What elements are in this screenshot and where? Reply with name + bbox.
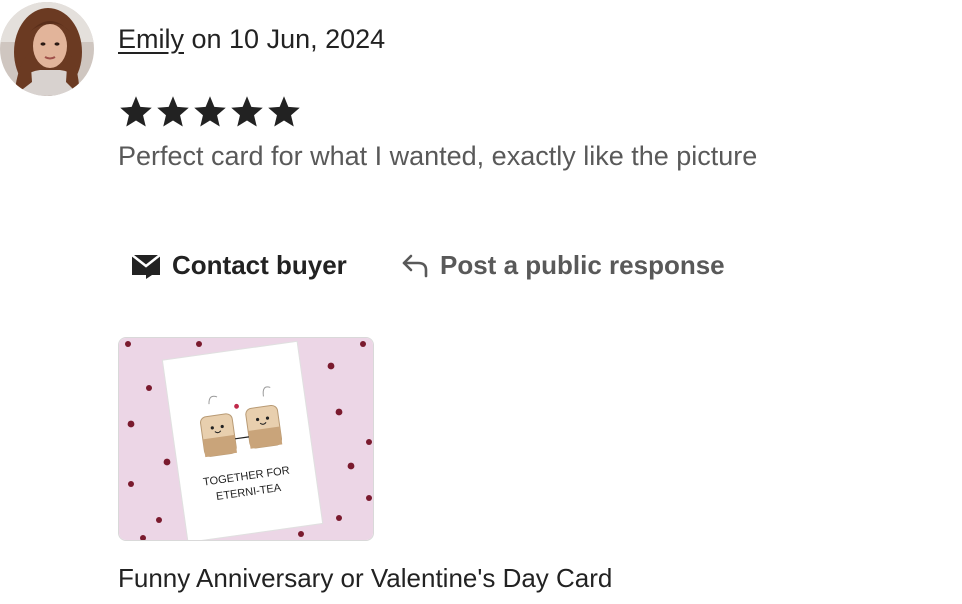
post-public-response-button[interactable]: Post a public response (400, 245, 725, 285)
review-byline: Emily on 10 Jun, 2024 (118, 24, 385, 55)
reviewer-avatar[interactable] (0, 2, 94, 96)
card-product-image: TOGETHER FOR ETERNI-TEA (119, 338, 373, 540)
reply-arrow-icon (400, 252, 430, 278)
review-date: on 10 Jun, 2024 (184, 24, 386, 54)
listing-title-link[interactable]: Funny Anniversary or Valentine's Day Car… (118, 563, 612, 594)
star-icon (157, 96, 189, 127)
contact-buyer-label: Contact buyer (172, 249, 347, 280)
star-icon (268, 96, 300, 127)
star-icon (120, 96, 152, 127)
avatar-photo (0, 2, 94, 96)
envelope-icon (130, 251, 162, 279)
greeting-card: TOGETHER FOR ETERNI-TEA (161, 340, 324, 540)
star-icon (231, 96, 263, 127)
star-rating (118, 92, 302, 134)
review-text: Perfect card for what I wanted, exactly … (118, 141, 758, 171)
reviewer-name-link[interactable]: Emily (118, 24, 184, 54)
listing-thumbnail[interactable]: TOGETHER FOR ETERNI-TEA (118, 337, 374, 541)
contact-buyer-button[interactable]: Contact buyer (130, 245, 347, 285)
post-public-response-label: Post a public response (440, 249, 725, 280)
star-icon (194, 96, 226, 127)
